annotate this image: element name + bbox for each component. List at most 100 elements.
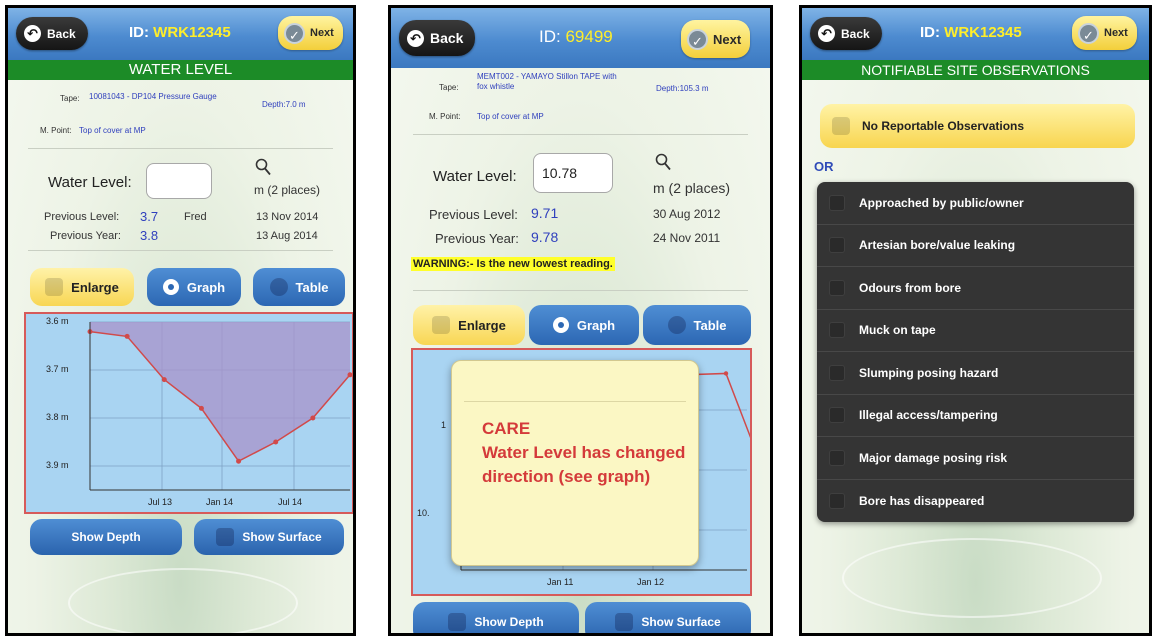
observation-item[interactable]: Odours from bore xyxy=(817,267,1134,310)
show-surface-label: Show Surface xyxy=(242,530,322,544)
checkbox-icon xyxy=(432,316,451,334)
checkbox-icon xyxy=(832,117,850,135)
data-point xyxy=(236,458,242,464)
observation-item[interactable]: Approached by public/owner xyxy=(817,182,1134,225)
nav-bar: ↶ Back ID: 69499 ✓ Next xyxy=(391,8,770,68)
show-depth-label: Show Depth xyxy=(71,530,141,544)
enlarge-toggle[interactable]: Enlarge xyxy=(413,305,525,345)
observation-item[interactable]: Muck on tape xyxy=(817,310,1134,352)
id-label: ID: xyxy=(920,24,940,41)
y-tick-label: 3.8 m xyxy=(46,412,69,422)
checkbox-icon xyxy=(829,492,845,509)
check-circle-icon: ✓ xyxy=(1078,22,1099,44)
water-level-graph: 3.6 m 3.7 m 3.8 m 3.9 m Jul 13 Jan 14 Jul 14 xyxy=(24,312,353,514)
observation-label: Bore has disappeared xyxy=(859,493,985,508)
observation-list: Approached by public/owner Artesian bore/… xyxy=(817,182,1134,522)
next-button[interactable]: ✓ Next xyxy=(1072,16,1137,50)
tape-value: MEMT002 - YAMAYO Stillon TAPE with fox w… xyxy=(477,72,617,91)
data-point xyxy=(723,371,729,376)
show-depth-label: Show Depth xyxy=(474,615,544,629)
previous-level-date: 30 Aug 2012 xyxy=(653,207,721,221)
back-button[interactable]: ↶ Back xyxy=(399,20,476,56)
next-button[interactable]: ✓ Next xyxy=(278,16,343,50)
observation-item[interactable]: Illegal access/tampering xyxy=(817,395,1134,437)
tape-label: Tape: xyxy=(439,83,459,92)
observation-label: Artesian bore/value leaking xyxy=(859,238,1016,253)
magnifier-icon[interactable] xyxy=(255,158,271,176)
radio-selected-icon xyxy=(162,279,179,295)
tape-value: 10081043 - DP104 Pressure Gauge xyxy=(89,92,217,101)
observation-item[interactable]: Slumping posing hazard xyxy=(817,352,1134,395)
observation-item[interactable]: Bore has disappeared xyxy=(817,480,1134,523)
back-arrow-icon: ↶ xyxy=(818,25,835,42)
site-id: ID: WRK12345 xyxy=(129,24,231,41)
show-depth-button[interactable]: Show Depth xyxy=(413,602,579,633)
data-point xyxy=(124,333,130,339)
show-surface-label: Show Surface xyxy=(641,615,721,629)
no-reportable-observations-option[interactable]: No Reportable Observations xyxy=(820,104,1135,148)
tape-label: Tape: xyxy=(60,94,80,103)
next-button-label: Next xyxy=(713,31,742,47)
warning-message: WARNING:- Is the new lowest reading. xyxy=(411,257,615,271)
table-label: Table xyxy=(295,279,329,295)
phone-screen-water-level-warning: ↶ Back ID: 69499 ✓ Next Tape: MEMT002 - … xyxy=(388,5,773,636)
show-surface-button[interactable]: Show Surface xyxy=(194,519,344,555)
back-button-label: Back xyxy=(47,26,76,41)
screen-background: ↶ Back ID: WRK12345 ✓ Next NOTIFIABLE SI… xyxy=(802,8,1149,633)
back-button[interactable]: ↶ Back xyxy=(16,17,88,50)
table-label: Table xyxy=(693,317,727,333)
id-value: WRK12345 xyxy=(153,24,231,41)
show-surface-button[interactable]: Show Surface xyxy=(585,602,751,633)
checkbox-icon xyxy=(829,407,845,424)
id-label: ID: xyxy=(539,27,561,46)
next-button[interactable]: ✓ Next xyxy=(681,20,751,58)
care-alert-popup: CARE Water Level has changed direction (… xyxy=(451,360,699,566)
back-button-label: Back xyxy=(430,30,464,46)
previous-year-date: 24 Nov 2011 xyxy=(653,231,721,245)
table-option[interactable]: Table xyxy=(643,305,751,345)
magnifier-icon[interactable] xyxy=(655,153,671,171)
observation-item[interactable]: Major damage posing risk xyxy=(817,437,1134,480)
water-ripple xyxy=(68,568,298,633)
y-tick-label: 3.6 m xyxy=(46,316,69,326)
depth-value: Depth:105.3 m xyxy=(656,84,709,93)
mpoint-label: M. Point: xyxy=(40,126,72,135)
back-button[interactable]: ↶ Back xyxy=(810,17,882,50)
previous-level-by: Fred xyxy=(184,211,207,223)
divider xyxy=(413,134,748,135)
observation-label: Approached by public/owner xyxy=(859,195,1024,210)
y-tick-label: 1 xyxy=(441,420,447,430)
water-level-input[interactable] xyxy=(533,153,613,193)
or-label: OR xyxy=(814,159,834,174)
observation-label: Major damage posing risk xyxy=(859,450,1008,465)
enlarge-label: Enlarge xyxy=(71,279,119,295)
observation-label: Muck on tape xyxy=(859,323,936,338)
table-option[interactable]: Table xyxy=(253,268,345,306)
next-button-label: Next xyxy=(1104,27,1128,39)
screen-background: ↶ Back ID: WRK12345 ✓ Next WATER LEVEL T… xyxy=(8,8,353,633)
previous-level-label: Previous Level: xyxy=(44,211,120,223)
checkbox-icon xyxy=(829,194,845,211)
mpoint-value: Top of cover at MP xyxy=(79,126,146,135)
phone-screen-water-level: ↶ Back ID: WRK12345 ✓ Next WATER LEVEL T… xyxy=(5,5,356,636)
graph-label: Graph xyxy=(186,279,226,295)
previous-level-date: 13 Nov 2014 xyxy=(256,211,319,223)
previous-level-label: Previous Level: xyxy=(429,207,518,222)
show-depth-button[interactable]: Show Depth xyxy=(30,519,182,555)
checkbox-icon xyxy=(829,322,845,339)
data-point xyxy=(161,377,167,383)
graph-option[interactable]: Graph xyxy=(529,305,639,345)
observation-item[interactable]: Artesian bore/value leaking xyxy=(817,225,1134,267)
water-level-input[interactable] xyxy=(146,163,212,199)
graph-option[interactable]: Graph xyxy=(147,268,241,306)
checkbox-icon xyxy=(829,237,845,254)
unit-label: m (2 places) xyxy=(254,183,321,197)
previous-year-label: Previous Year: xyxy=(435,231,519,246)
id-value: 69499 xyxy=(565,27,613,46)
id-value: WRK12345 xyxy=(944,24,1022,41)
checkbox-icon xyxy=(829,364,845,381)
phone-screen-observations: ↶ Back ID: WRK12345 ✓ Next NOTIFIABLE SI… xyxy=(799,5,1152,636)
section-title: NOTIFIABLE SITE OBSERVATIONS xyxy=(802,60,1149,80)
check-circle-icon: ✓ xyxy=(687,28,708,50)
enlarge-toggle[interactable]: Enlarge xyxy=(30,268,134,306)
